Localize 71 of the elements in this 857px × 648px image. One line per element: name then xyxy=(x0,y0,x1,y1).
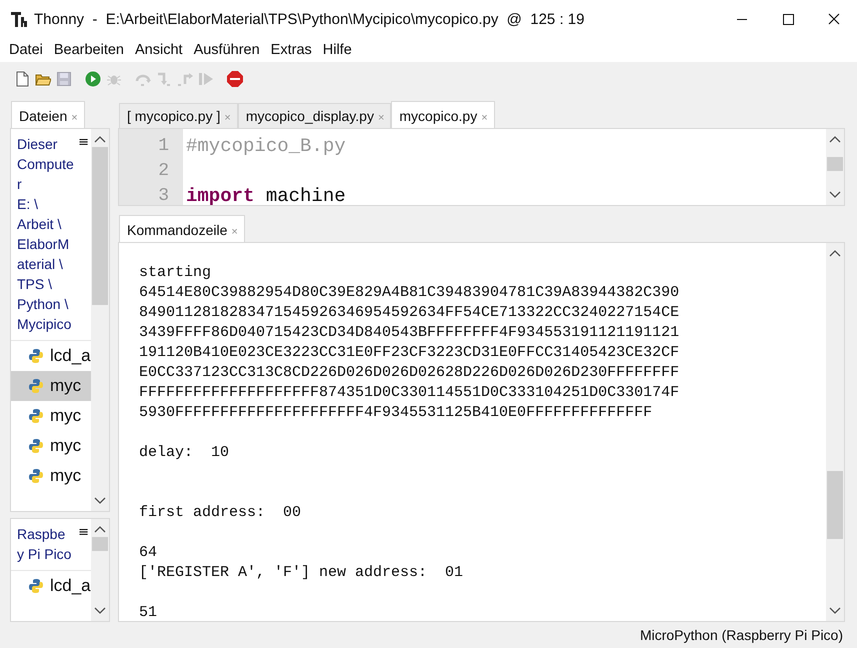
output-line: 8490112818283471545926346954592634FF54CE713322CC3240227154CE xyxy=(139,303,680,323)
output-line: ['REGISTER A', 'F'] new address: 01 xyxy=(139,563,464,583)
menu-item[interactable]: Ausführen xyxy=(188,42,266,58)
menu-item[interactable]: Ansicht xyxy=(130,42,189,58)
editor-tab[interactable]: [ mycopico.py ] × xyxy=(119,103,238,128)
scroll-up-icon[interactable] xyxy=(829,249,841,257)
code-line: #mycopico_B.py xyxy=(186,135,346,157)
new-file-icon[interactable] xyxy=(14,71,30,87)
editor-tab[interactable]: mycopico.py × xyxy=(391,101,495,128)
location-label[interactable]: Dieser Computer xyxy=(17,134,76,194)
python-file-icon xyxy=(28,348,44,364)
output-line: first address: 00 xyxy=(139,503,302,523)
scroll-down-icon[interactable] xyxy=(829,191,841,199)
editor-tab[interactable]: mycopico_display.py × xyxy=(238,103,392,128)
python-file-icon xyxy=(28,438,44,454)
panel-tab[interactable]: Dateien × xyxy=(11,100,85,128)
code-keyword: import xyxy=(186,185,254,205)
python-file-icon xyxy=(28,578,44,594)
python-file-icon xyxy=(28,378,44,394)
python-file-icon xyxy=(28,408,44,424)
app-logo-icon xyxy=(10,10,28,28)
file-item[interactable]: lcd_a xyxy=(11,340,91,371)
output-line: 51 xyxy=(139,603,158,621)
output-line: 64514E80C39882954D80C39E829A4B81C39483904781C39A83944382C390 xyxy=(139,283,680,303)
run-icon[interactable] xyxy=(85,71,101,87)
output-line: starting xyxy=(139,263,212,283)
file-item[interactable]: myc xyxy=(11,460,91,491)
code-text: machine xyxy=(266,185,346,205)
line-number: 2 xyxy=(157,160,169,183)
output-line: 191120B410E023CE3223CC31E0FF23CF3223CD31E0FFCC31405423CE32CF xyxy=(139,343,680,363)
menu-item[interactable]: Hilfe xyxy=(318,42,358,58)
status-text: MicroPython (Raspberry Pi Pico) xyxy=(640,627,843,643)
output-line: 64 xyxy=(139,543,158,563)
panel-menu-icon[interactable]: ≡ xyxy=(78,134,89,334)
scrollbar-thumb[interactable] xyxy=(92,536,108,551)
scrollbar[interactable] xyxy=(91,128,109,511)
panel-menu-icon[interactable]: ≡ xyxy=(78,524,89,564)
folder-path[interactable]: E: \ Arbeit \ ElaborMaterial \ TPS \ Python \ Mycipico xyxy=(17,194,76,334)
file-item[interactable]: myc xyxy=(11,400,91,431)
shell-console[interactable] xyxy=(118,242,845,622)
scroll-down-icon[interactable] xyxy=(94,496,106,505)
output-line: 3439FFFF86D040715423CD34D840543BFFFFFFFF4F934553191121191121 xyxy=(139,323,680,343)
file-item[interactable]: lcd_a xyxy=(11,570,91,601)
code-editor[interactable]: 1 2 3 #mycopico_B.py import machine xyxy=(118,128,845,206)
python-file-icon xyxy=(28,468,44,484)
output-line: E0CC337123CC313C8CD226D026D026D02628D226D026D026D230FFFFFFFF xyxy=(139,363,680,383)
scroll-down-icon[interactable] xyxy=(94,607,106,616)
output-line: FFFFFFFFFFFFFFFFFFFF874351D0C330114551D0C333104251D0C330174F xyxy=(139,383,680,403)
scroll-up-icon[interactable] xyxy=(94,134,106,143)
menu-item[interactable]: Bearbeiten xyxy=(48,42,130,58)
output-line: delay: 10 xyxy=(139,443,230,463)
scroll-down-icon[interactable] xyxy=(829,607,841,615)
menu-item[interactable]: Extras xyxy=(266,42,318,58)
scrollbar[interactable] xyxy=(826,129,844,205)
scrollbar-thumb[interactable] xyxy=(92,146,108,305)
scroll-up-icon[interactable] xyxy=(829,135,841,143)
scroll-up-icon[interactable] xyxy=(94,524,106,533)
file-item[interactable]: myc xyxy=(11,430,91,461)
scrollbar[interactable] xyxy=(826,243,844,621)
scrollbar-thumb[interactable] xyxy=(827,471,843,539)
location-label[interactable]: Raspbe y Pi Pico xyxy=(17,524,76,564)
stop-sign-icon[interactable] xyxy=(227,71,243,87)
line-number: 1 xyxy=(157,135,169,158)
output-line: 5930FFFFFFFFFFFFFFFFFFFFF4F9345531125B410E0FFFFFFFFFFFFFF xyxy=(139,403,654,423)
scrollbar-thumb[interactable] xyxy=(827,157,843,171)
shell-tab[interactable]: Kommandozeile × xyxy=(119,215,245,242)
scrollbar[interactable] xyxy=(91,518,109,622)
window-title: Thonny - E:\Arbeit\ElaborMaterial\TPS\Python\Mycipico\mycopico.py @ 125 : 19 xyxy=(34,10,586,28)
menu-item[interactable]: Datei xyxy=(4,42,49,58)
file-item[interactable]: myc xyxy=(11,370,91,401)
line-number: 3 xyxy=(157,185,169,205)
